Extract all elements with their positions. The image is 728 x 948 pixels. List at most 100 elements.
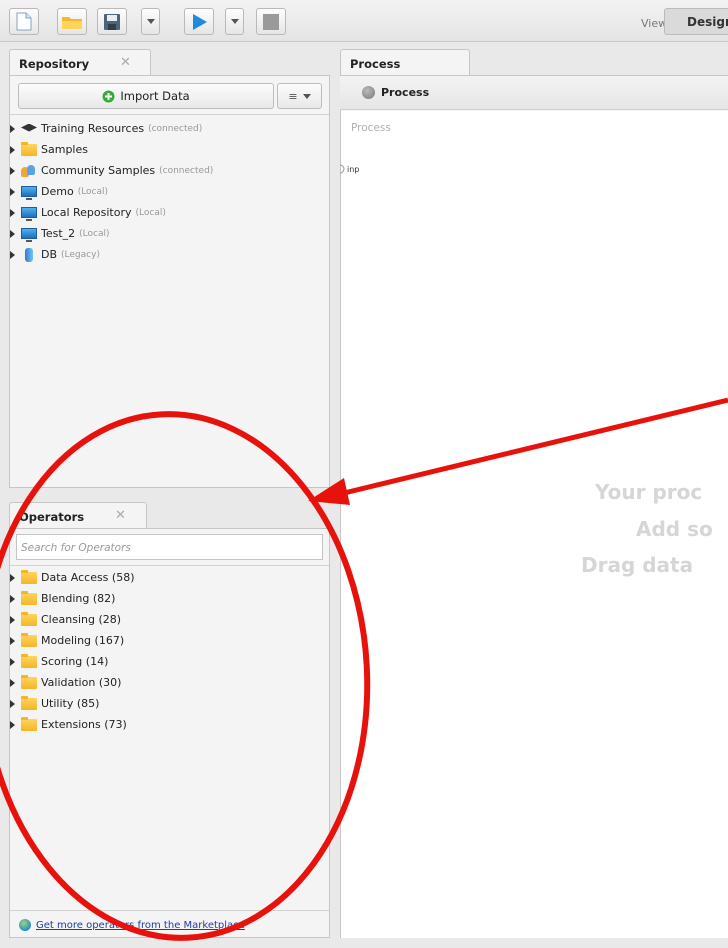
repo-item-test-2[interactable]: Test_2 (Local)	[10, 223, 213, 244]
operator-group-item[interactable]: Blending (82)	[10, 588, 135, 609]
folder-icon	[21, 716, 37, 731]
repo-item-db[interactable]: DB (Legacy)	[10, 244, 213, 265]
run-dropdown-button[interactable]	[225, 8, 244, 35]
repo-item-label: Demo	[41, 185, 74, 198]
expand-triangle-icon[interactable]	[10, 615, 15, 624]
tab-label: Operators	[19, 510, 85, 524]
chevron-down-icon	[146, 19, 155, 24]
expand-triangle-icon[interactable]	[10, 187, 15, 196]
process-icon	[362, 86, 375, 99]
tab-process[interactable]: Process	[340, 49, 470, 76]
divider	[10, 910, 329, 911]
globe-icon	[19, 919, 31, 931]
operator-group-label: Validation (30)	[41, 676, 122, 689]
folder-icon	[21, 632, 37, 647]
operator-group-item[interactable]: Scoring (14)	[10, 651, 135, 672]
tab-repository[interactable]: Repository ✕	[9, 49, 151, 76]
repo-item-training-resources[interactable]: Training Resources (connected)	[10, 118, 213, 139]
play-icon	[193, 13, 207, 30]
import-data-button[interactable]: Import Data	[18, 83, 274, 109]
marketplace-link[interactable]: Get more operators from the Marketplace	[36, 920, 245, 931]
repo-item-status: (Local)	[79, 228, 110, 239]
repo-item-label: Training Resources	[41, 122, 145, 135]
expand-triangle-icon[interactable]	[10, 699, 15, 708]
close-icon[interactable]: ✕	[120, 55, 131, 70]
save-disk-icon	[104, 13, 120, 30]
operator-group-label: Cleansing (28)	[41, 613, 122, 626]
operator-group-label: Modeling (167)	[41, 634, 125, 647]
new-file-icon	[16, 12, 32, 31]
import-data-label: Import Data	[120, 89, 190, 103]
close-icon[interactable]: ✕	[115, 508, 126, 523]
input-port-icon[interactable]	[339, 164, 345, 174]
expand-triangle-icon[interactable]	[10, 145, 15, 154]
stop-process-button[interactable]	[256, 8, 286, 35]
repo-item-label: Community Samples	[41, 164, 156, 177]
repo-item-samples[interactable]: Samples	[10, 139, 213, 160]
expand-triangle-icon[interactable]	[10, 636, 15, 645]
expand-triangle-icon[interactable]	[10, 166, 15, 175]
operator-group-item[interactable]: Modeling (167)	[10, 630, 135, 651]
save-dropdown-button[interactable]	[141, 8, 160, 35]
monitor-icon	[21, 207, 37, 221]
operator-group-item[interactable]: Cleansing (28)	[10, 609, 135, 630]
expand-triangle-icon[interactable]	[10, 678, 15, 687]
new-process-button[interactable]	[9, 8, 39, 35]
operator-group-label: Utility (85)	[41, 697, 100, 710]
expand-triangle-icon[interactable]	[10, 250, 15, 259]
monitor-icon	[21, 228, 37, 242]
folder-icon	[21, 611, 37, 626]
operator-group-item[interactable]: Validation (30)	[10, 672, 135, 693]
process-breadcrumb: Process	[340, 76, 728, 110]
repo-item-label: Test_2	[41, 227, 76, 240]
people-icon	[21, 164, 37, 177]
expand-triangle-icon[interactable]	[10, 124, 15, 133]
expand-triangle-icon[interactable]	[10, 594, 15, 603]
operator-group-item[interactable]: Utility (85)	[10, 693, 135, 714]
repo-item-label: DB	[41, 248, 58, 261]
open-folder-icon	[62, 16, 82, 29]
operator-group-label: Blending (82)	[41, 592, 116, 605]
graduation-cap-icon	[21, 123, 37, 132]
empty-hint-line: Drag data	[581, 553, 694, 577]
chevron-down-icon	[230, 19, 239, 24]
run-process-button[interactable]	[184, 8, 214, 35]
tab-operators[interactable]: Operators ✕	[9, 502, 147, 529]
expand-triangle-icon[interactable]	[10, 229, 15, 238]
expand-triangle-icon[interactable]	[10, 208, 15, 217]
repo-item-label: Local Repository	[41, 206, 132, 219]
repository-menu-button[interactable]: ≡	[277, 83, 322, 109]
expand-triangle-icon[interactable]	[10, 720, 15, 729]
repo-item-status: (Local)	[135, 207, 166, 218]
repo-item-status: (connected)	[148, 123, 203, 134]
database-icon	[25, 247, 33, 262]
menu-icon: ≡	[288, 89, 298, 103]
marketplace-footer: Get more operators from the Marketplace	[19, 919, 245, 931]
tab-label: Process	[350, 57, 401, 71]
folder-icon	[21, 141, 37, 156]
operator-search-input[interactable]: Search for Operators	[16, 534, 323, 560]
open-process-button[interactable]	[57, 8, 87, 35]
operator-group-label: Data Access (58)	[41, 571, 135, 584]
plus-circle-icon	[102, 90, 115, 102]
expand-triangle-icon[interactable]	[10, 657, 15, 666]
repo-item-status: (connected)	[159, 165, 214, 176]
main-toolbar: Views: Design	[0, 0, 728, 42]
divider	[10, 565, 329, 566]
folder-icon	[21, 569, 37, 584]
repo-item-demo[interactable]: Demo (Local)	[10, 181, 213, 202]
expand-triangle-icon[interactable]	[10, 573, 15, 582]
chevron-down-icon	[302, 93, 311, 99]
operator-group-item[interactable]: Extensions (73)	[10, 714, 135, 735]
tab-label: Repository	[19, 57, 90, 71]
design-view-button[interactable]: Design	[664, 8, 728, 35]
folder-icon	[21, 695, 37, 710]
save-process-button[interactable]	[97, 8, 127, 35]
repo-item-label: Samples	[41, 143, 88, 156]
repo-item-local-repository[interactable]: Local Repository (Local)	[10, 202, 213, 223]
breadcrumb-process-link[interactable]: Process	[381, 86, 429, 99]
repo-item-community-samples[interactable]: Community Samples (connected)	[10, 160, 213, 181]
operators-tree: Data Access (58) Blending (82) Cleansing…	[10, 567, 135, 735]
operator-group-item[interactable]: Data Access (58)	[10, 567, 135, 588]
input-port-label: inp	[347, 165, 360, 174]
